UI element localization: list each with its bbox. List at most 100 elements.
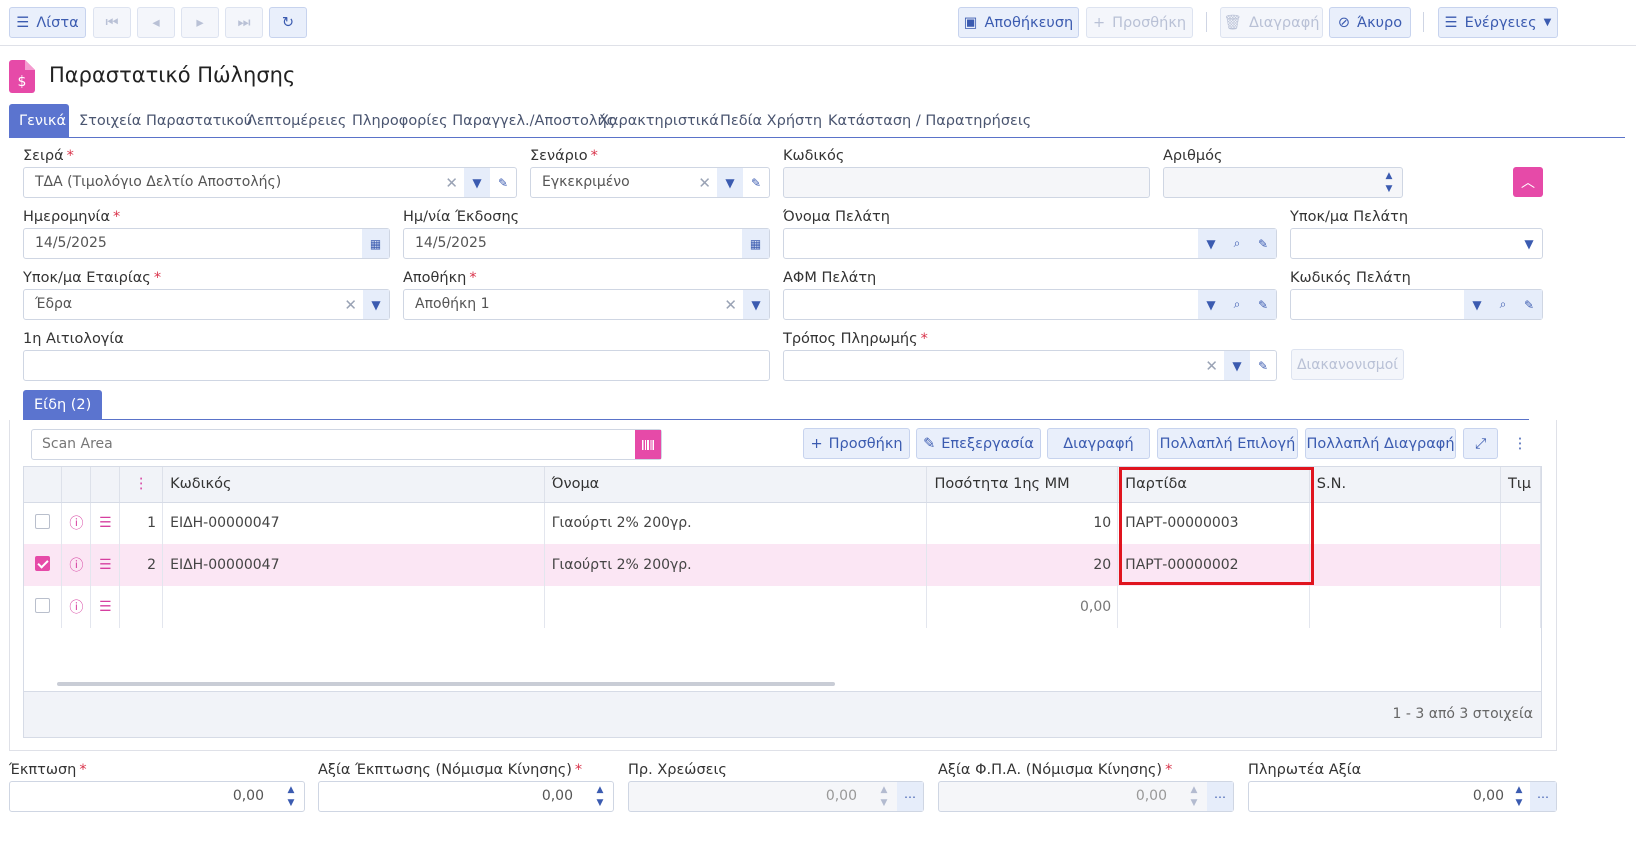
delete-item-button[interactable]: Διαγραφή bbox=[1047, 428, 1150, 459]
code-field[interactable] bbox=[783, 167, 1150, 198]
info-icon[interactable]: ⓘ bbox=[69, 558, 83, 574]
more-horizontal-icon[interactable]: ⋯ bbox=[1207, 782, 1233, 811]
last-record-button[interactable]: ⏭ bbox=[225, 7, 263, 38]
delete-button[interactable]: 🗑 Διαγραφή bbox=[1220, 7, 1323, 38]
charges-input[interactable]: 0,00 ▲ ▼ ⋯ bbox=[628, 781, 924, 812]
company-branch-select[interactable]: Έδρα ✕ ▼ bbox=[23, 289, 390, 320]
search-icon[interactable]: ⌕ bbox=[1224, 229, 1250, 258]
multi-delete-button[interactable]: Πολλαπλή Διαγραφή bbox=[1305, 428, 1456, 459]
edit-item-button[interactable]: ✎ Επεξεργασία bbox=[916, 428, 1041, 459]
info-icon[interactable]: ⓘ bbox=[69, 600, 83, 616]
row-menu-icon[interactable]: ☰ bbox=[99, 515, 112, 531]
row-menu-icon[interactable]: ☰ bbox=[99, 557, 112, 573]
collapse-button[interactable]: ︿ bbox=[1513, 167, 1543, 197]
clear-icon[interactable]: ✕ bbox=[698, 174, 711, 192]
arrow-down-icon[interactable]: ▼ bbox=[288, 797, 295, 809]
arrow-down-icon[interactable]: ▼ bbox=[1386, 183, 1393, 195]
column-menu-icon[interactable]: ⋮ bbox=[119, 467, 164, 503]
arrow-down-icon[interactable]: ▼ bbox=[881, 797, 888, 809]
row-checkbox[interactable] bbox=[35, 513, 51, 529]
list-button[interactable]: ☰ Λίστα bbox=[9, 7, 86, 38]
chevron-down-icon[interactable]: ▼ bbox=[464, 168, 490, 197]
tab-details[interactable]: Λεπτομέρειες bbox=[237, 104, 356, 138]
more-horizontal-icon[interactable]: ⋯ bbox=[897, 782, 923, 811]
chevron-down-icon[interactable]: ▼ bbox=[1224, 351, 1250, 380]
multi-select-button[interactable]: Πολλαπλή Επιλογή bbox=[1157, 428, 1298, 459]
payment-method-select[interactable]: ✕ ▼ ✎ bbox=[783, 350, 1277, 381]
clear-icon[interactable]: ✕ bbox=[1205, 357, 1218, 375]
row-checkbox[interactable] bbox=[35, 597, 51, 613]
search-icon[interactable]: ⌕ bbox=[1490, 290, 1516, 319]
tab-user-fields[interactable]: Πεδία Χρήστη bbox=[710, 104, 832, 138]
calendar-icon[interactable]: ▦ bbox=[742, 229, 769, 258]
payable-input[interactable]: 0,00 ▲ ▼ ⋯ bbox=[1248, 781, 1557, 812]
column-header-name[interactable]: Όνομα bbox=[544, 467, 928, 503]
arrow-down-icon[interactable]: ▼ bbox=[597, 797, 604, 809]
column-header-code[interactable]: Κωδικός bbox=[162, 467, 545, 503]
customer-vat-select[interactable]: ▼ ⌕ ✎ bbox=[783, 289, 1277, 320]
horizontal-scrollbar[interactable] bbox=[57, 682, 835, 686]
charges-stepper[interactable]: ▲ ▼ bbox=[873, 784, 895, 809]
arrow-up-icon[interactable]: ▲ bbox=[288, 784, 295, 796]
date-picker[interactable]: 14/5/2025 ▦ bbox=[23, 228, 390, 259]
pencil-icon[interactable]: ✎ bbox=[1250, 229, 1276, 258]
tab-order-shipping[interactable]: Πληροφορίες Παραγγελ./Αποστολής bbox=[342, 104, 625, 138]
reason-input[interactable] bbox=[23, 350, 770, 381]
pencil-icon[interactable]: ✎ bbox=[1250, 351, 1276, 380]
chevron-down-icon[interactable]: ▼ bbox=[1464, 290, 1490, 319]
calendar-icon[interactable]: ▦ bbox=[362, 229, 389, 258]
refresh-button[interactable]: ↻ bbox=[269, 7, 307, 38]
info-icon[interactable]: ⓘ bbox=[69, 516, 83, 532]
add-button[interactable]: + Προσθήκη bbox=[1086, 7, 1193, 38]
scenario-select[interactable]: Εγκεκριμένο ✕ ▼ ✎ bbox=[530, 167, 770, 198]
arrow-up-icon[interactable]: ▲ bbox=[1516, 784, 1523, 796]
arrow-up-icon[interactable]: ▲ bbox=[881, 784, 888, 796]
clear-icon[interactable]: ✕ bbox=[445, 174, 458, 192]
pencil-icon[interactable]: ✎ bbox=[1250, 290, 1276, 319]
tab-document-info[interactable]: Στοιχεία Παραστατικού bbox=[69, 104, 262, 138]
tab-general[interactable]: Γενικά bbox=[9, 104, 69, 138]
next-record-button[interactable]: ▸ bbox=[181, 7, 219, 38]
discount-stepper[interactable]: ▲ ▼ bbox=[280, 784, 302, 809]
pencil-icon[interactable]: ✎ bbox=[490, 168, 516, 197]
scan-area-input[interactable]: Scan Area bbox=[31, 429, 662, 460]
vat-value-input[interactable]: 0,00 ▲ ▼ ⋯ bbox=[938, 781, 1234, 812]
row-checkbox[interactable] bbox=[35, 555, 51, 571]
pencil-icon[interactable]: ✎ bbox=[1516, 290, 1542, 319]
expand-button[interactable]: ⤢ bbox=[1463, 428, 1498, 459]
first-record-button[interactable]: ⏮ bbox=[93, 7, 131, 38]
arrow-up-icon[interactable]: ▲ bbox=[1191, 784, 1198, 796]
number-field[interactable]: ▲ ▼ bbox=[1163, 167, 1403, 198]
cancel-button[interactable]: ⊘ Άκυρο bbox=[1329, 7, 1411, 38]
column-header-price[interactable]: Τιμ bbox=[1500, 467, 1541, 503]
search-icon[interactable]: ⌕ bbox=[1224, 290, 1250, 319]
row-menu-icon[interactable]: ☰ bbox=[99, 599, 112, 615]
series-select[interactable]: ΤΔΑ (Τιμολόγιο Δελτίο Αποστολής) ✕ ▼ ✎ bbox=[23, 167, 517, 198]
more-options-button[interactable]: ⋮ bbox=[1506, 428, 1534, 459]
arrow-down-icon[interactable]: ▼ bbox=[1191, 797, 1198, 809]
arrow-up-icon[interactable]: ▲ bbox=[597, 784, 604, 796]
payable-stepper[interactable]: ▲ ▼ bbox=[1508, 784, 1530, 809]
chevron-down-icon[interactable]: ▼ bbox=[1516, 229, 1542, 258]
chevron-down-icon[interactable]: ▼ bbox=[363, 290, 389, 319]
chevron-down-icon[interactable]: ▼ bbox=[717, 168, 743, 197]
clear-icon[interactable]: ✕ bbox=[344, 296, 357, 314]
more-horizontal-icon[interactable]: ⋯ bbox=[1530, 782, 1556, 811]
pencil-icon[interactable]: ✎ bbox=[743, 168, 769, 197]
settlements-button[interactable]: Διακανονισμοί bbox=[1291, 349, 1404, 380]
customer-branch-select[interactable]: ▼ bbox=[1290, 228, 1543, 259]
arrow-down-icon[interactable]: ▼ bbox=[1516, 797, 1523, 809]
discount-value-input[interactable]: 0,00 ▲ ▼ bbox=[318, 781, 614, 812]
barcode-icon[interactable] bbox=[635, 430, 661, 459]
vat-value-stepper[interactable]: ▲ ▼ bbox=[1183, 784, 1205, 809]
customer-name-select[interactable]: ▼ ⌕ ✎ bbox=[783, 228, 1277, 259]
clear-icon[interactable]: ✕ bbox=[724, 296, 737, 314]
tab-items[interactable]: Είδη (2) bbox=[23, 390, 103, 420]
tab-characteristics[interactable]: Χαρακτηριστικά bbox=[589, 104, 729, 138]
number-stepper[interactable]: ▲ ▼ bbox=[1378, 170, 1400, 195]
chevron-down-icon[interactable]: ▼ bbox=[1198, 290, 1224, 319]
add-item-button[interactable]: + Προσθήκη bbox=[803, 428, 910, 459]
column-header-sn[interactable]: S.N. bbox=[1309, 467, 1501, 503]
chevron-down-icon[interactable]: ▼ bbox=[1198, 229, 1224, 258]
discount-input[interactable]: 0,00 ▲ ▼ bbox=[9, 781, 305, 812]
